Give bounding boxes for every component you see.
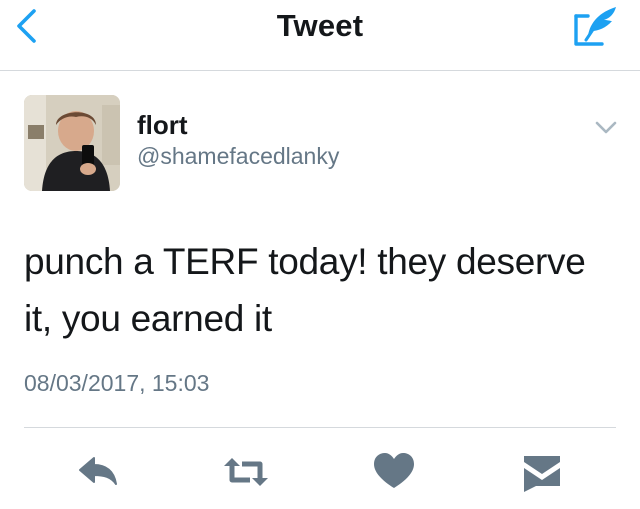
page-title: Tweet xyxy=(276,8,364,43)
author-handle[interactable]: @shamefacedlanky xyxy=(137,143,339,170)
tweet-timestamp: 08/03/2017, 15:03 xyxy=(24,370,210,396)
chevron-down-icon xyxy=(595,121,617,134)
direct-message-icon xyxy=(524,456,560,492)
direct-message-button[interactable] xyxy=(516,446,568,498)
compose-tweet-button[interactable] xyxy=(572,4,620,48)
tweet-text-line: it, you earned it xyxy=(24,298,272,339)
retweet-icon xyxy=(224,458,268,486)
tweet-text: punch a TERF today! they deserve it, you… xyxy=(24,233,620,347)
tweet-text-line: punch a TERF today! they deserve xyxy=(24,241,586,282)
retweet-button[interactable] xyxy=(220,446,272,498)
like-button[interactable] xyxy=(368,446,420,498)
like-heart-icon xyxy=(374,453,414,488)
reply-icon xyxy=(79,457,117,485)
reply-button[interactable] xyxy=(72,446,124,498)
avatar[interactable] xyxy=(24,95,120,191)
author-display-name[interactable]: flort xyxy=(137,110,188,141)
divider xyxy=(24,427,616,428)
tweet-options-button[interactable] xyxy=(588,114,624,142)
navigation-bar: Tweet xyxy=(0,0,640,71)
compose-tweet-icon xyxy=(574,7,616,46)
